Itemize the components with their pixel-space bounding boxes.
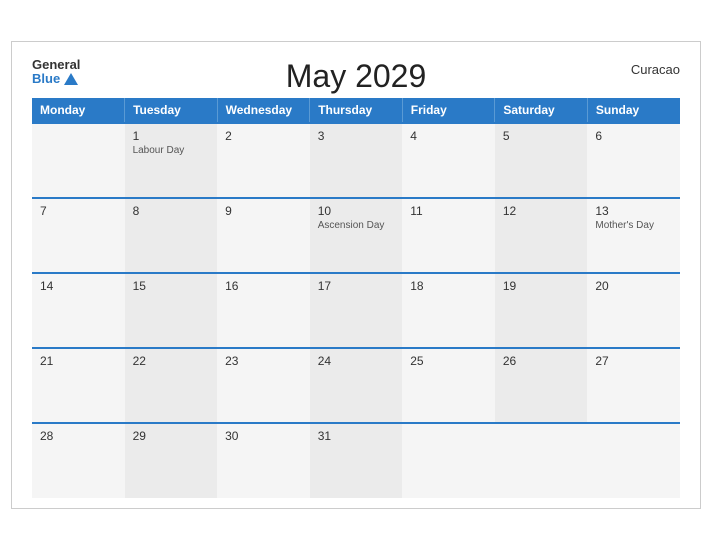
- calendar-day-cell: 2: [217, 123, 310, 198]
- logo-blue-text: Blue: [32, 72, 78, 86]
- calendar-day-cell: 30: [217, 423, 310, 498]
- day-number: 4: [410, 129, 487, 143]
- calendar-day-cell: 17: [310, 273, 403, 348]
- calendar-day-cell: 27: [587, 348, 680, 423]
- calendar-day-cell: [587, 423, 680, 498]
- holiday-label: Labour Day: [133, 145, 210, 156]
- day-number: 24: [318, 354, 395, 368]
- calendar-day-cell: 12: [495, 198, 588, 273]
- day-number: 22: [133, 354, 210, 368]
- weekday-header-row: Monday Tuesday Wednesday Thursday Friday…: [32, 98, 680, 123]
- calendar-day-cell: 6: [587, 123, 680, 198]
- calendar-day-cell: 18: [402, 273, 495, 348]
- day-number: 13: [595, 204, 672, 218]
- col-sunday: Sunday: [587, 98, 680, 123]
- calendar-week-row: 1 Labour Day 2 3 4 5 6: [32, 123, 680, 198]
- calendar-grid: Monday Tuesday Wednesday Thursday Friday…: [32, 98, 680, 498]
- calendar-day-cell: [32, 123, 125, 198]
- calendar-day-cell: 5: [495, 123, 588, 198]
- col-monday: Monday: [32, 98, 125, 123]
- logo-triangle-icon: [64, 73, 78, 85]
- calendar-day-cell: 20: [587, 273, 680, 348]
- day-number: 3: [318, 129, 395, 143]
- calendar-day-cell: [495, 423, 588, 498]
- day-number: 15: [133, 279, 210, 293]
- calendar-day-cell: 31: [310, 423, 403, 498]
- day-number: 17: [318, 279, 395, 293]
- calendar-day-cell: 7: [32, 198, 125, 273]
- day-number: 21: [40, 354, 117, 368]
- col-friday: Friday: [402, 98, 495, 123]
- calendar-day-cell: 22: [125, 348, 218, 423]
- calendar-day-cell: 14: [32, 273, 125, 348]
- calendar-day-cell: 13 Mother's Day: [587, 198, 680, 273]
- day-number: 30: [225, 429, 302, 443]
- day-number: 16: [225, 279, 302, 293]
- day-number: 5: [503, 129, 580, 143]
- day-number: 26: [503, 354, 580, 368]
- calendar-day-cell: 25: [402, 348, 495, 423]
- calendar-day-cell: 8: [125, 198, 218, 273]
- day-number: 7: [40, 204, 117, 218]
- col-tuesday: Tuesday: [125, 98, 218, 123]
- day-number: 14: [40, 279, 117, 293]
- day-number: 2: [225, 129, 302, 143]
- calendar-week-row: 7 8 9 10 Ascension Day 11 12 13 Mother's Day: [32, 198, 680, 273]
- calendar-day-cell: 15: [125, 273, 218, 348]
- calendar-day-cell: 23: [217, 348, 310, 423]
- calendar-day-cell: 29: [125, 423, 218, 498]
- logo: General Blue: [32, 58, 80, 87]
- day-number: 23: [225, 354, 302, 368]
- col-wednesday: Wednesday: [217, 98, 310, 123]
- calendar-day-cell: 11: [402, 198, 495, 273]
- calendar-day-cell: 24: [310, 348, 403, 423]
- calendar-day-cell: 19: [495, 273, 588, 348]
- day-number: 8: [133, 204, 210, 218]
- calendar-day-cell: 9: [217, 198, 310, 273]
- calendar-week-row: 21 22 23 24 25 26 27: [32, 348, 680, 423]
- day-number: 9: [225, 204, 302, 218]
- calendar-week-row: 28 29 30 31: [32, 423, 680, 498]
- calendar-day-cell: 4: [402, 123, 495, 198]
- day-number: 1: [133, 129, 210, 143]
- calendar-day-cell: 1 Labour Day: [125, 123, 218, 198]
- calendar-day-cell: 28: [32, 423, 125, 498]
- holiday-label: Ascension Day: [318, 220, 395, 231]
- day-number: 31: [318, 429, 395, 443]
- calendar-week-row: 14 15 16 17 18 19 20: [32, 273, 680, 348]
- day-number: 19: [503, 279, 580, 293]
- day-number: 29: [133, 429, 210, 443]
- calendar-header: General Blue May 2029 Curacao: [32, 58, 680, 87]
- calendar-day-cell: 21: [32, 348, 125, 423]
- calendar-region: Curacao: [631, 62, 680, 77]
- calendar-day-cell: 16: [217, 273, 310, 348]
- calendar-day-cell: 3: [310, 123, 403, 198]
- holiday-label: Mother's Day: [595, 220, 672, 231]
- calendar-title: May 2029: [286, 58, 427, 95]
- calendar-day-cell: 10 Ascension Day: [310, 198, 403, 273]
- logo-general-text: General: [32, 58, 80, 72]
- col-saturday: Saturday: [495, 98, 588, 123]
- calendar-day-cell: 26: [495, 348, 588, 423]
- day-number: 20: [595, 279, 672, 293]
- calendar-day-cell: [402, 423, 495, 498]
- calendar-container: General Blue May 2029 Curacao Monday Tue…: [11, 41, 701, 510]
- col-thursday: Thursday: [310, 98, 403, 123]
- day-number: 12: [503, 204, 580, 218]
- day-number: 28: [40, 429, 117, 443]
- day-number: 6: [595, 129, 672, 143]
- day-number: 27: [595, 354, 672, 368]
- day-number: 25: [410, 354, 487, 368]
- day-number: 18: [410, 279, 487, 293]
- day-number: 10: [318, 204, 395, 218]
- day-number: 11: [410, 204, 487, 218]
